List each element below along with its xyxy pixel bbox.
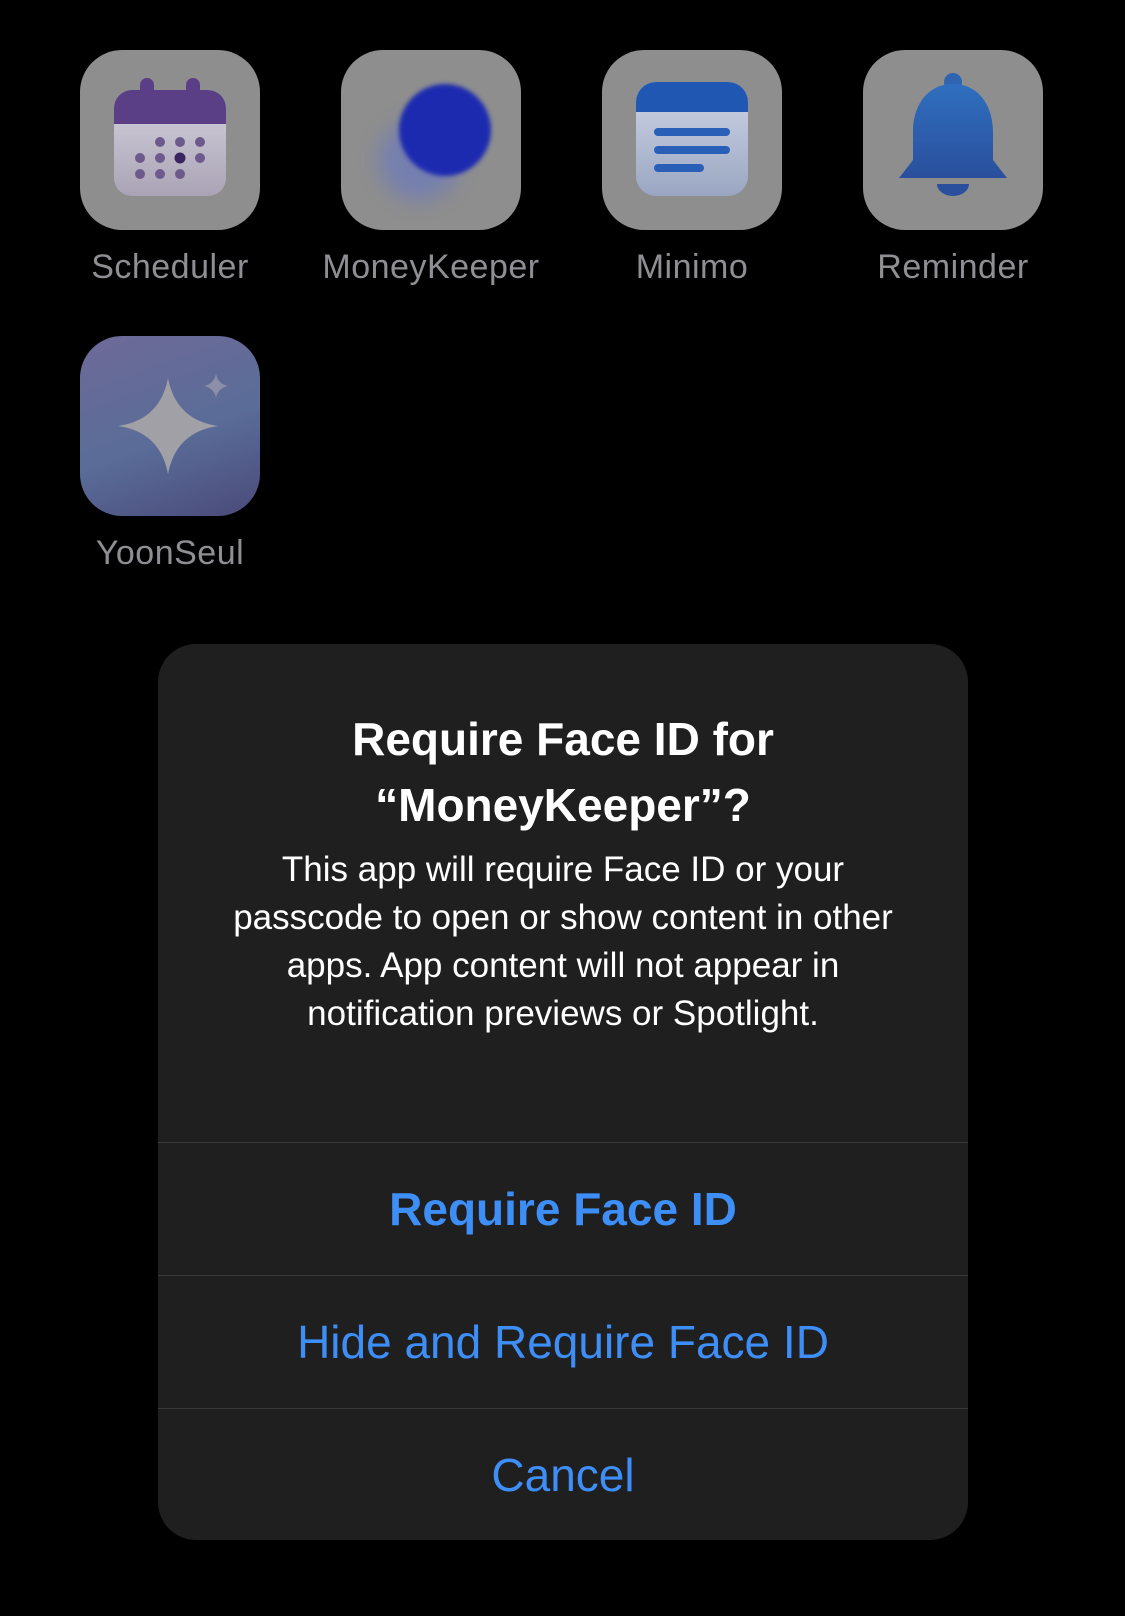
home-screen: Scheduler MoneyKeeper Minimo Reminder Yo… (0, 0, 1125, 1616)
notes-icon (602, 50, 782, 230)
app-minimo[interactable]: Minimo (572, 50, 812, 287)
alert-message: This app will require Face ID or your pa… (233, 850, 893, 1033)
calendar-icon (80, 50, 260, 230)
face-id-alert: Require Face ID for “MoneyKeeper”? This … (158, 644, 968, 1540)
app-label: YoonSeul (95, 534, 245, 572)
app-label: Scheduler (91, 248, 249, 286)
require-face-id-button[interactable]: Require Face ID (158, 1142, 968, 1275)
app-yoonseul[interactable]: YoonSeul (50, 336, 290, 573)
app-scheduler[interactable]: Scheduler (50, 50, 290, 287)
bell-icon (863, 50, 1043, 230)
app-moneykeeper[interactable]: MoneyKeeper (311, 50, 551, 287)
cancel-button[interactable]: Cancel (158, 1408, 968, 1540)
alert-title: Require Face ID for “MoneyKeeper”? (352, 713, 774, 831)
app-label: MoneyKeeper (322, 248, 540, 286)
sparkle-icon (80, 336, 260, 516)
app-label: Reminder (877, 248, 1029, 286)
blurred-coin-icon (341, 50, 521, 230)
app-reminder[interactable]: Reminder (833, 50, 1073, 287)
app-label: Minimo (635, 248, 749, 286)
hide-and-require-face-id-button[interactable]: Hide and Require Face ID (158, 1275, 968, 1408)
